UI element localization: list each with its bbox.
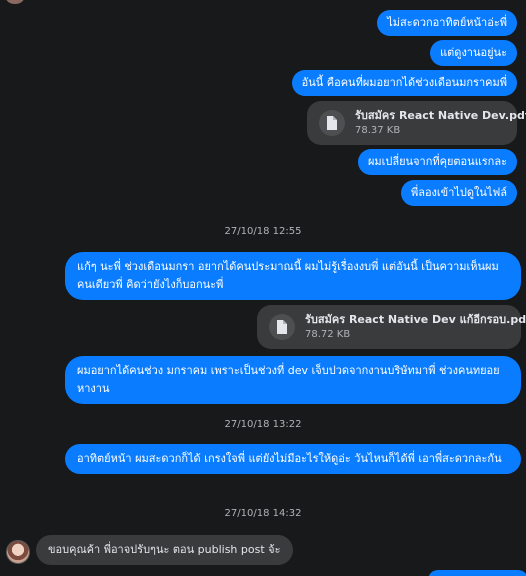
- timestamp: 27/10/18 14:32: [224, 508, 302, 519]
- message-outgoing[interactable]: แก้ๆ นะพี่ ช่วงเดือนมกรา อยากได้คนประมาณ…: [65, 252, 521, 300]
- message-outgoing[interactable]: พี่ลองเข้าไปดูในไฟล์: [400, 180, 517, 206]
- file-size: 78.72 KB: [305, 329, 351, 340]
- timestamp: 27/10/18 12:55: [224, 226, 302, 237]
- timestamp: 27/10/18 13:22: [224, 419, 302, 430]
- message-outgoing[interactable]: [428, 570, 526, 576]
- message-outgoing[interactable]: ผมเปลี่ยนจากที่คุยตอนแรกละ: [357, 149, 517, 175]
- file-name[interactable]: รับสมัคร React Native Dev.pdf: [355, 108, 526, 124]
- message-outgoing[interactable]: ผมอยากได้คนช่วง มกราคม เพราะเป็นช่วงที่ …: [65, 356, 521, 404]
- file-attachment[interactable]: รับสมัคร React Native Dev แก้อีกรอบ.pdf …: [257, 305, 526, 349]
- avatar[interactable]: [6, 0, 24, 4]
- message-outgoing[interactable]: ไม่สะดวกอาทิตย์หน้าอ่ะพี่: [377, 10, 517, 36]
- file-attachment[interactable]: รับสมัคร React Native Dev.pdf 78.37 KB: [307, 101, 526, 145]
- file-size: 78.37 KB: [355, 125, 401, 136]
- file-icon: [269, 314, 295, 340]
- message-incoming[interactable]: ขอบคุณค้า พี่อาจปรับๆนะ ตอน publish post…: [36, 535, 293, 565]
- message-outgoing[interactable]: แต่ดูงานอยู่นะ: [430, 40, 517, 66]
- message-outgoing[interactable]: อันนี้ คือคนที่ผมอยากได้ช่วงเดือนมกราคมพ…: [291, 70, 517, 96]
- message-outgoing[interactable]: อาทิตย์หน้า ผมสะดวกก็ได้ เกรงใจพี่ แต่ยั…: [65, 444, 521, 474]
- avatar[interactable]: [6, 540, 30, 564]
- file-name[interactable]: รับสมัคร React Native Dev แก้อีกรอบ.pdf: [305, 312, 526, 328]
- file-icon: [319, 110, 345, 136]
- chat-thread: ไม่สะดวกอาทิตย์หน้าอ่ะพี่ แต่ดูงานอยู่นะ…: [0, 0, 526, 576]
